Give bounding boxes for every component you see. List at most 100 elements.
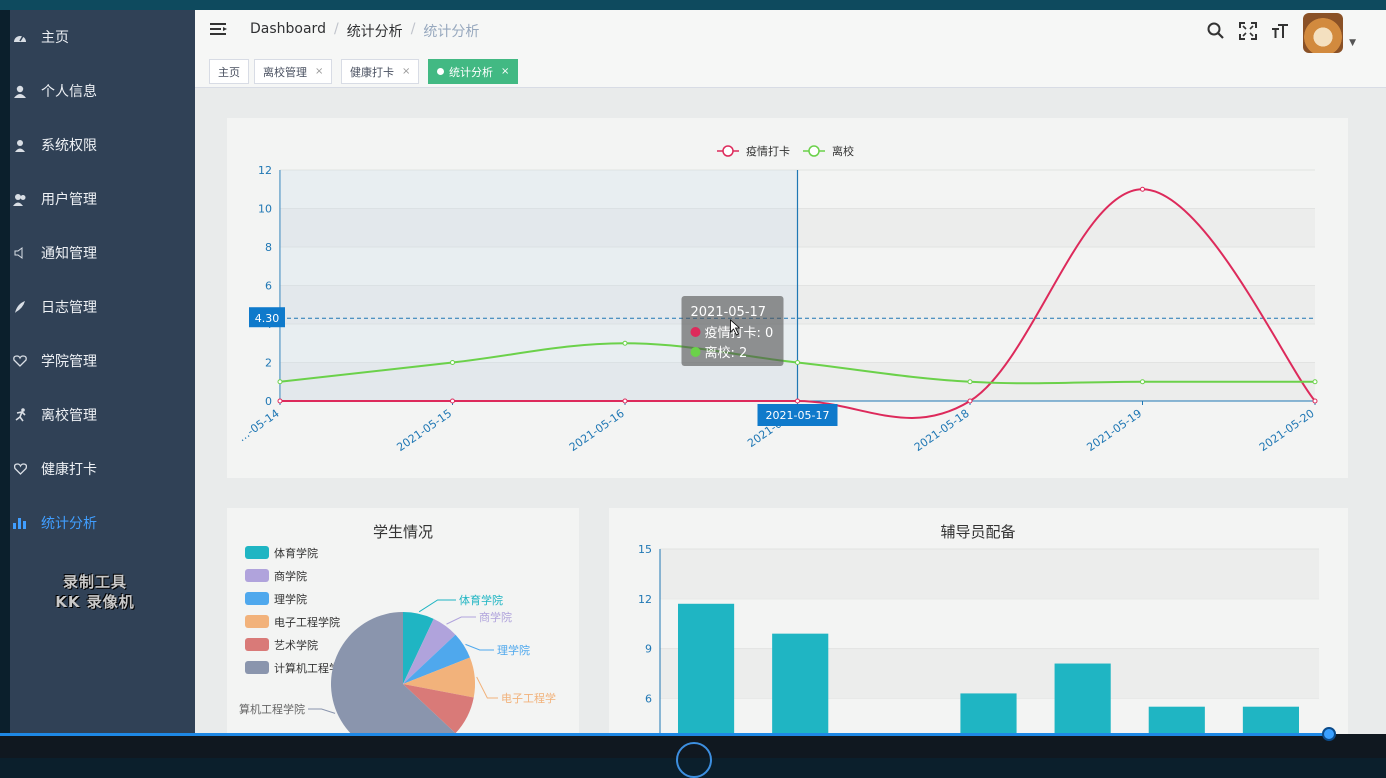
permission-icon	[13, 138, 27, 152]
pie-chart[interactable]: 学生情况体育学院商学院理学院电子工程学院艺术学院计算机工程学院体育学院商学院理学…	[227, 508, 579, 756]
data-point	[622, 398, 628, 404]
grid-band	[660, 549, 1319, 599]
bar	[1148, 706, 1205, 734]
sidebar-item-label: 通知管理	[41, 246, 97, 262]
close-icon[interactable]: ×	[315, 66, 323, 77]
sidebar-item-profile[interactable]: 个人信息	[10, 64, 195, 118]
sidebar-item-health[interactable]: 健康打卡	[10, 442, 195, 496]
grid-band	[660, 648, 1319, 699]
y-tick-label: 12	[258, 164, 272, 177]
legend-swatch	[245, 638, 269, 651]
window-top-strip	[0, 0, 1386, 10]
legend-label: 疫情打卡	[746, 144, 790, 158]
data-point	[1312, 379, 1318, 385]
tag-label: 离校管理	[263, 65, 307, 79]
breadcrumb-item[interactable]: 统计分析	[347, 21, 403, 41]
label-leader	[476, 676, 498, 699]
slice-label: 理学院	[497, 643, 530, 657]
tag-health[interactable]: 健康打卡 ×	[341, 59, 420, 84]
sidebar-item-home[interactable]: 主页	[10, 10, 195, 64]
y-tick-label: 6	[645, 692, 652, 705]
legend-marker	[722, 145, 734, 157]
tag-home[interactable]: 主页	[209, 59, 249, 84]
slice-label: 商学院	[479, 610, 512, 624]
search-icon[interactable]	[1207, 22, 1225, 44]
legend-swatch	[245, 592, 269, 605]
heart-icon	[13, 462, 27, 476]
y-tick-label: 15	[638, 543, 652, 556]
breadcrumb-separator: /	[333, 21, 339, 37]
legend-label: 电子工程学院	[274, 615, 340, 629]
breadcrumb-item[interactable]: Dashboard	[250, 21, 326, 41]
chevron-down-icon[interactable]: ▼	[1349, 38, 1356, 48]
sidebar-item-label: 健康打卡	[41, 462, 97, 478]
tag-label: 主页	[218, 65, 240, 79]
bar	[960, 693, 1017, 734]
fullscreen-icon[interactable]	[1239, 22, 1258, 44]
line-chart[interactable]: 024681012…-05-142021-05-152021-05-162021…	[227, 118, 1348, 478]
y-tick-label: 9	[645, 643, 652, 656]
data-point	[1140, 186, 1145, 192]
legend-label: 离校	[832, 144, 854, 158]
close-icon[interactable]: ×	[501, 66, 509, 77]
bar-chart-card: 辅导员配备 6 9 12 15	[609, 508, 1348, 734]
sidebar-item-notice[interactable]: 通知管理	[10, 226, 195, 280]
hamburger-icon[interactable]	[210, 21, 228, 39]
tooltip-title: 2021-05-17	[691, 305, 767, 320]
avatar[interactable]	[1303, 13, 1344, 53]
bar	[1054, 663, 1111, 734]
legend-swatch	[245, 661, 269, 674]
data-point	[277, 379, 283, 385]
label-leader	[446, 616, 476, 625]
breadcrumb-separator: /	[410, 21, 416, 37]
sidebar-item-label: 个人信息	[41, 84, 97, 100]
playback-progress[interactable]	[0, 733, 1330, 736]
pie-chart-card: 学生情况 体育学院 商学院 理学院 电子工程学院 艺术学院 计算机工程学院 体育学院 商学院 理学…	[227, 508, 579, 756]
sidebar-item-users[interactable]: 用户管理	[10, 172, 195, 226]
x-tick-label: 2021-05-20	[1257, 407, 1317, 454]
bar	[678, 603, 735, 734]
font-size-icon[interactable]	[1271, 22, 1289, 44]
sidebar-item-college[interactable]: 学院管理	[10, 334, 195, 388]
crosshair-shade	[280, 170, 798, 401]
close-icon[interactable]: ×	[402, 66, 410, 77]
breadcrumb-current: 统计分析	[423, 24, 480, 40]
tag-label: 统计分析	[449, 65, 493, 79]
axis-pointer-x-label: 2021-05-17	[766, 409, 830, 422]
users-icon	[13, 192, 27, 206]
legend-label: 理学院	[274, 592, 307, 606]
sidebar-item-permission[interactable]: 系统权限	[10, 118, 195, 172]
tag-leave[interactable]: 离校管理 ×	[254, 59, 333, 84]
data-point	[1312, 398, 1318, 404]
sidebar-item-label: 日志管理	[41, 300, 97, 316]
x-tick-label: …-05-14	[236, 407, 282, 445]
bar-chart-icon	[13, 516, 27, 530]
sidebar-item-leave[interactable]: 离校管理	[10, 388, 195, 442]
x-tick-label: 2021-05-19	[1084, 407, 1144, 454]
y-tick-label: 10	[258, 203, 272, 216]
bar	[1242, 706, 1299, 734]
bar-chart[interactable]: 辅导员配备 6 9 12 15	[609, 508, 1348, 734]
data-point	[622, 340, 628, 346]
tag-label: 健康打卡	[350, 65, 394, 79]
tooltip-line: 离校: 2	[705, 345, 748, 361]
sidebar-item-log[interactable]: 日志管理	[10, 280, 195, 334]
chart-title: 辅导员配备	[940, 523, 1015, 541]
watermark-line: 录制工具	[62, 573, 127, 591]
label-leader	[308, 708, 336, 714]
legend-label: 体育学院	[274, 546, 318, 560]
active-dot-icon	[437, 68, 444, 75]
sidebar-item-statistics[interactable]: 统计分析	[10, 496, 195, 550]
play-icon[interactable]	[676, 742, 712, 778]
data-point	[795, 398, 800, 404]
legend-marker	[808, 145, 820, 157]
recorder-watermark: 录制工具 KK 录像机	[20, 572, 170, 612]
progress-handle[interactable]	[1322, 727, 1336, 741]
tag-statistics[interactable]: 统计分析 ×	[428, 59, 519, 84]
navbar-right-menu: ▼	[1207, 13, 1356, 53]
sidebar: 主页 个人信息 系统权限 用户管理 通知管理 日志管理 学院管理 离校管理 健康…	[10, 10, 195, 734]
navbar: Dashboard / 统计分析 / 统计分析 ▼	[195, 10, 1386, 58]
axis-pointer-y-label: 4.30	[255, 312, 280, 325]
x-tick-label: 2021-05-16	[567, 407, 627, 454]
sidebar-item-label: 用户管理	[41, 192, 97, 208]
